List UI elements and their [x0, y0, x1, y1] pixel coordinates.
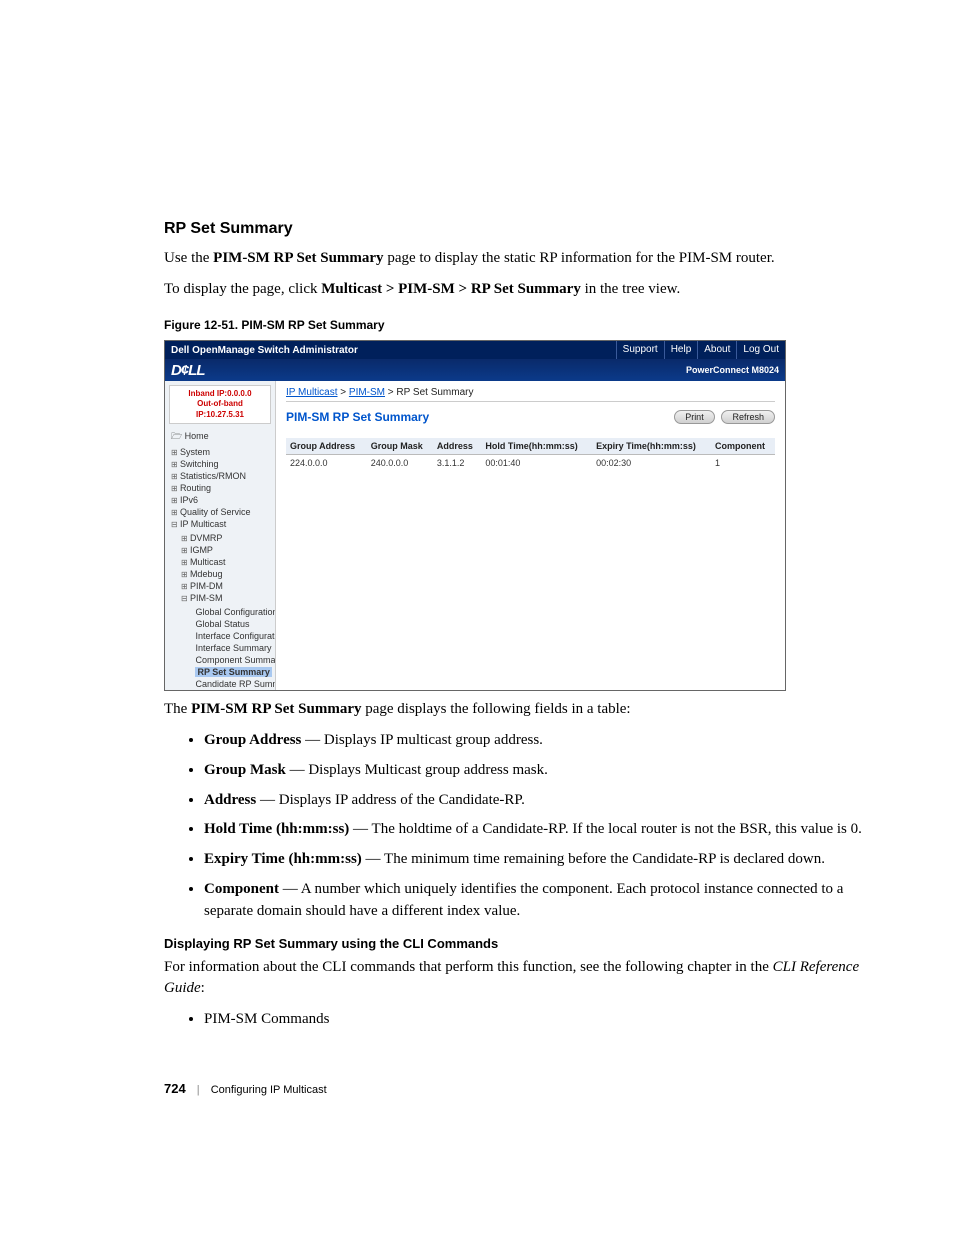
rp-set-table: Group Address Group Mask Address Hold Ti…	[286, 438, 775, 471]
nav-post: in the tree view.	[581, 281, 680, 297]
field-group-address: Group Address — Displays IP multicast gr…	[204, 730, 866, 752]
tree-ipmulticast[interactable]: IP Multicast	[171, 518, 275, 530]
field-list: Group Address — Displays IP multicast gr…	[164, 730, 866, 922]
cli-bullet-list: PIM-SM Commands	[164, 1009, 866, 1031]
footer-chapter: Configuring IP Multicast	[211, 1084, 327, 1096]
tree-multicast[interactable]: Multicast	[181, 556, 275, 568]
nav-about[interactable]: About	[697, 341, 736, 359]
tree-igmp[interactable]: IGMP	[181, 544, 275, 556]
td-address: 3.1.1.2	[433, 455, 482, 472]
field-address: Address — Displays IP address of the Can…	[204, 790, 866, 812]
field-component: Component — A number which uniquely iden…	[204, 879, 866, 923]
th-hold-time: Hold Time(hh:mm:ss)	[481, 438, 592, 455]
th-group-address: Group Address	[286, 438, 367, 455]
after-post: page displays the following fields in a …	[361, 701, 630, 717]
dell-logo: D¢LL	[171, 362, 205, 379]
tree-home[interactable]: 🗁 Home	[171, 428, 275, 446]
th-component: Component	[711, 438, 775, 455]
screenshot: Dell OpenManage Switch Administrator Sup…	[164, 340, 786, 691]
intro-post: page to display the static RP informatio…	[384, 250, 775, 266]
nav-paragraph: To display the page, click Multicast > P…	[164, 279, 866, 300]
th-group-mask: Group Mask	[367, 438, 433, 455]
td-component: 1	[711, 455, 775, 472]
after-pre: The	[164, 701, 191, 717]
app-title: Dell OpenManage Switch Administrator	[165, 345, 358, 356]
tree-dvmrp[interactable]: DVMRP	[181, 532, 275, 544]
tree-candidate-rp[interactable]: Candidate RP Summ	[191, 678, 275, 690]
after-shot-paragraph: The PIM-SM RP Set Summary page displays …	[164, 699, 866, 720]
intro-paragraph: Use the PIM-SM RP Set Summary page to di…	[164, 248, 866, 269]
inband-ip: Inband IP:0.0.0.0	[174, 389, 266, 399]
tree-switching[interactable]: Switching	[171, 458, 275, 470]
td-group-address: 224.0.0.0	[286, 455, 367, 472]
refresh-button[interactable]: Refresh	[721, 410, 775, 424]
tree-pimsm[interactable]: PIM-SM	[181, 592, 275, 604]
th-address: Address	[433, 438, 482, 455]
cli-paragraph: For information about the CLI commands t…	[164, 957, 866, 999]
tree-qos[interactable]: Quality of Service	[171, 506, 275, 518]
crumb-pimsm[interactable]: PIM-SM	[349, 387, 385, 398]
tree-mdebug[interactable]: Mdebug	[181, 568, 275, 580]
tree-component-summary[interactable]: Component Summary	[191, 654, 275, 666]
nav-pre: To display the page, click	[164, 281, 321, 297]
crumb-ipmulticast[interactable]: IP Multicast	[286, 387, 338, 398]
field-group-mask: Group Mask — Displays Multicast group ad…	[204, 760, 866, 782]
nav-logout[interactable]: Log Out	[736, 341, 785, 359]
field-hold-time: Hold Time (hh:mm:ss) — The holdtime of a…	[204, 819, 866, 841]
nav-bold: Multicast > PIM-SM > RP Set Summary	[321, 281, 581, 297]
cli-post: :	[201, 980, 205, 996]
oob-ip: Out-of-band IP:10.27.5.31	[174, 399, 266, 420]
tree-pimdm[interactable]: PIM-DM	[181, 580, 275, 592]
cli-pre: For information about the CLI commands t…	[164, 959, 773, 975]
tree-rp-set-summary[interactable]: RP Set Summary	[191, 666, 275, 678]
field-expiry-time: Expiry Time (hh:mm:ss) — The minimum tim…	[204, 849, 866, 871]
figure-caption: Figure 12-51. PIM-SM RP Set Summary	[164, 318, 866, 332]
breadcrumb: IP Multicast > PIM-SM > RP Set Summary	[286, 387, 775, 402]
tree-interface-config[interactable]: Interface Configuration	[191, 630, 275, 642]
nav-support[interactable]: Support	[616, 341, 664, 359]
section-title: RP Set Summary	[164, 220, 866, 238]
tree-global-status[interactable]: Global Status	[191, 618, 275, 630]
after-bold: PIM-SM RP Set Summary	[191, 701, 361, 717]
nav-help[interactable]: Help	[664, 341, 698, 359]
tree-system[interactable]: System	[171, 446, 275, 458]
td-hold-time: 00:01:40	[481, 455, 592, 472]
page-number: 724	[164, 1081, 186, 1096]
crumb-current: RP Set Summary	[396, 387, 473, 398]
tree-ipv6[interactable]: IPv6	[171, 494, 275, 506]
tree-routing[interactable]: Routing	[171, 482, 275, 494]
nav-tree: Inband IP:0.0.0.0 Out-of-band IP:10.27.5…	[165, 381, 276, 690]
ip-info-box: Inband IP:0.0.0.0 Out-of-band IP:10.27.5…	[169, 385, 271, 424]
footer-sep: |	[197, 1084, 200, 1096]
tree-stats[interactable]: Statistics/RMON	[171, 470, 275, 482]
model-label: PowerConnect M8024	[686, 365, 779, 375]
print-button[interactable]: Print	[674, 410, 715, 424]
td-group-mask: 240.0.0.0	[367, 455, 433, 472]
page-footer: 724 | Configuring IP Multicast	[164, 1081, 866, 1096]
tree-interface-summary[interactable]: Interface Summary	[191, 642, 275, 654]
cli-heading: Displaying RP Set Summary using the CLI …	[164, 936, 866, 951]
tree-global-config[interactable]: Global Configuration	[191, 606, 275, 618]
content-page-title: PIM-SM RP Set Summary	[286, 410, 429, 424]
intro-pre: Use the	[164, 250, 213, 266]
cli-bullet: PIM-SM Commands	[204, 1009, 866, 1031]
intro-bold: PIM-SM RP Set Summary	[213, 250, 383, 266]
table-row: 224.0.0.0 240.0.0.0 3.1.1.2 00:01:40 00:…	[286, 455, 775, 472]
th-expiry-time: Expiry Time(hh:mm:ss)	[592, 438, 711, 455]
td-expiry-time: 00:02:30	[592, 455, 711, 472]
